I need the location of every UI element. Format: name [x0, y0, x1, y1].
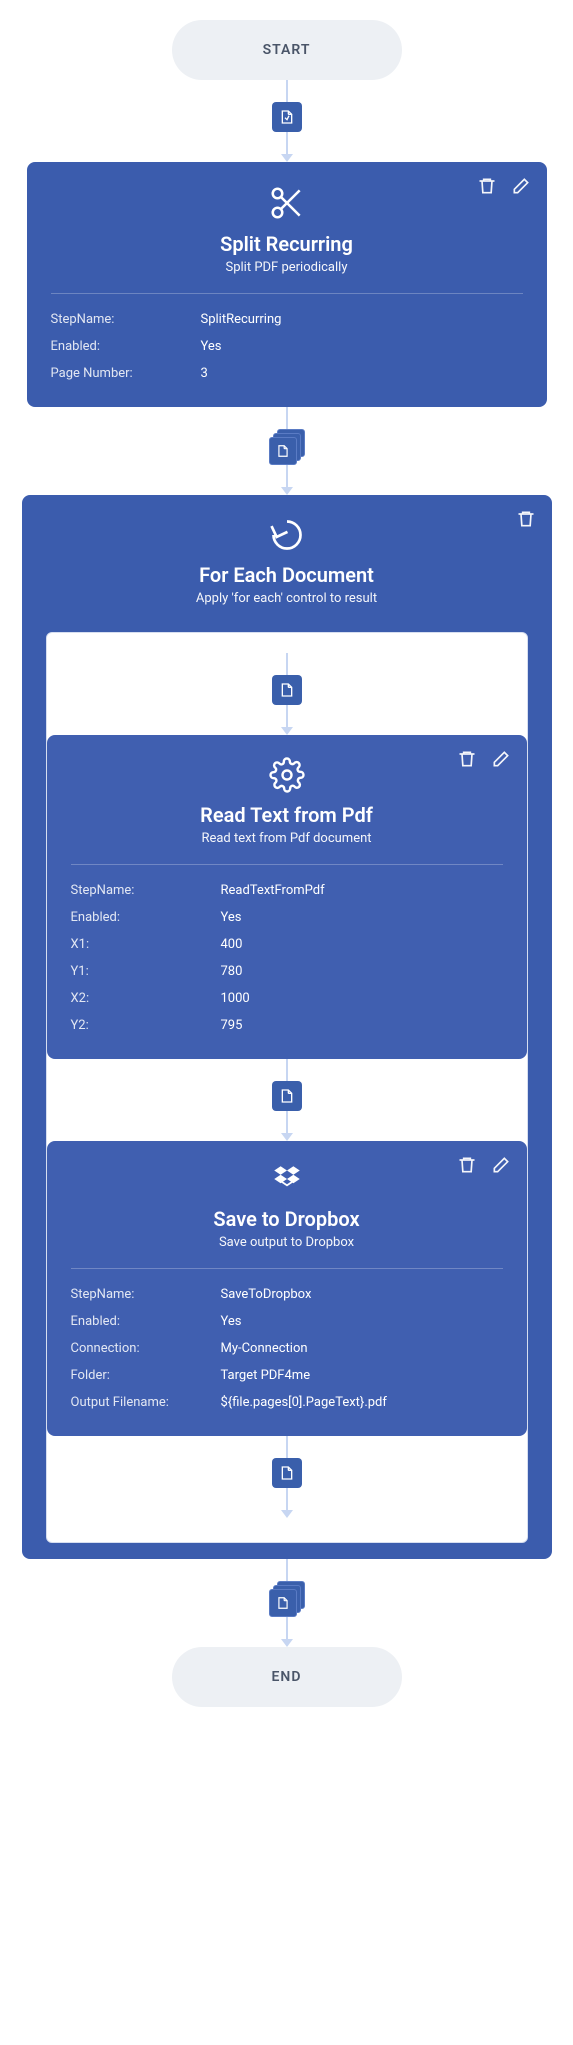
property-row: Y1:780 — [71, 964, 503, 979]
pdf-icon — [272, 102, 302, 132]
property-key: Enabled: — [71, 1314, 221, 1329]
delete-icon[interactable] — [516, 509, 536, 533]
property-value: 795 — [221, 1018, 503, 1033]
property-row: Y2:795 — [71, 1018, 503, 1033]
split-recurring-card: Split Recurring Split PDF periodically S… — [27, 162, 547, 407]
property-row: StepName:ReadTextFromPdf — [71, 883, 503, 898]
connector — [272, 1436, 302, 1518]
property-value: My-Connection — [221, 1341, 503, 1356]
property-key: Connection: — [71, 1341, 221, 1356]
property-key: Enabled: — [71, 910, 221, 925]
property-key: Output Filename: — [71, 1395, 221, 1410]
foreach-card: For Each Document Apply 'for each' contr… — [22, 495, 552, 1559]
property-row: Enabled:Yes — [51, 339, 523, 354]
property-key: StepName: — [71, 1287, 221, 1302]
card-title: Save to Dropbox — [71, 1207, 503, 1231]
start-label: START — [263, 42, 311, 58]
foreach-body: Read Text from Pdf Read text from Pdf do… — [46, 632, 528, 1543]
property-key: X2: — [71, 991, 221, 1006]
property-key: Folder: — [71, 1368, 221, 1383]
connector — [269, 1559, 305, 1647]
connector — [272, 1059, 302, 1141]
card-properties: StepName:SaveToDropboxEnabled:YesConnect… — [71, 1287, 503, 1410]
card-title: Read Text from Pdf — [71, 803, 503, 827]
property-value: 1000 — [221, 991, 503, 1006]
property-value: 400 — [221, 937, 503, 952]
end-label: END — [272, 1669, 302, 1685]
property-row: StepName:SaveToDropbox — [71, 1287, 503, 1302]
card-properties: StepName:SplitRecurringEnabled:YesPage N… — [51, 312, 523, 381]
loop-icon — [46, 517, 528, 553]
pdf-icon — [272, 1081, 302, 1111]
property-value: Yes — [201, 339, 523, 354]
property-value: Yes — [221, 910, 503, 925]
property-value: 780 — [221, 964, 503, 979]
pdf-stack-icon — [269, 429, 305, 465]
property-key: X1: — [71, 937, 221, 952]
connector — [272, 653, 302, 735]
property-row: Enabled:Yes — [71, 910, 503, 925]
pdf-icon — [272, 675, 302, 705]
property-row: X2:1000 — [71, 991, 503, 1006]
delete-icon[interactable] — [457, 749, 477, 773]
property-key: Enabled: — [51, 339, 201, 354]
property-value: Yes — [221, 1314, 503, 1329]
dropbox-card: Save to Dropbox Save output to Dropbox S… — [47, 1141, 527, 1436]
property-key: StepName: — [71, 883, 221, 898]
card-subtitle: Save output to Dropbox — [71, 1235, 503, 1250]
connector — [272, 80, 302, 162]
property-value: SaveToDropbox — [221, 1287, 503, 1302]
property-row: StepName:SplitRecurring — [51, 312, 523, 327]
card-subtitle: Apply 'for each' control to result — [46, 591, 528, 606]
property-row: Enabled:Yes — [71, 1314, 503, 1329]
card-subtitle: Read text from Pdf document — [71, 831, 503, 846]
pdf-icon — [272, 1458, 302, 1488]
card-title: For Each Document — [46, 563, 528, 587]
property-row: X1:400 — [71, 937, 503, 952]
property-key: StepName: — [51, 312, 201, 327]
property-row: Connection:My-Connection — [71, 1341, 503, 1356]
card-title: Split Recurring — [51, 232, 523, 256]
card-properties: StepName:ReadTextFromPdfEnabled:YesX1:40… — [71, 883, 503, 1033]
property-value: ReadTextFromPdf — [221, 883, 503, 898]
property-key: Y1: — [71, 964, 221, 979]
delete-icon[interactable] — [477, 176, 497, 200]
property-value: SplitRecurring — [201, 312, 523, 327]
dropbox-icon — [71, 1163, 503, 1197]
edit-icon[interactable] — [491, 749, 511, 773]
property-row: Folder:Target PDF4me — [71, 1368, 503, 1383]
scissors-icon — [51, 184, 523, 222]
card-subtitle: Split PDF periodically — [51, 260, 523, 275]
property-value: ${file.pages[0].PageText}.pdf — [221, 1395, 503, 1410]
read-text-card: Read Text from Pdf Read text from Pdf do… — [47, 735, 527, 1059]
pdf-stack-icon — [269, 1581, 305, 1617]
delete-icon[interactable] — [457, 1155, 477, 1179]
property-key: Y2: — [71, 1018, 221, 1033]
edit-icon[interactable] — [491, 1155, 511, 1179]
connector — [269, 407, 305, 495]
property-row: Page Number:3 — [51, 366, 523, 381]
start-node: START — [172, 20, 402, 80]
edit-icon[interactable] — [511, 176, 531, 200]
gear-icon — [71, 757, 503, 793]
property-key: Page Number: — [51, 366, 201, 381]
property-value: Target PDF4me — [221, 1368, 503, 1383]
property-value: 3 — [201, 366, 523, 381]
property-row: Output Filename:${file.pages[0].PageText… — [71, 1395, 503, 1410]
end-node: END — [172, 1647, 402, 1707]
